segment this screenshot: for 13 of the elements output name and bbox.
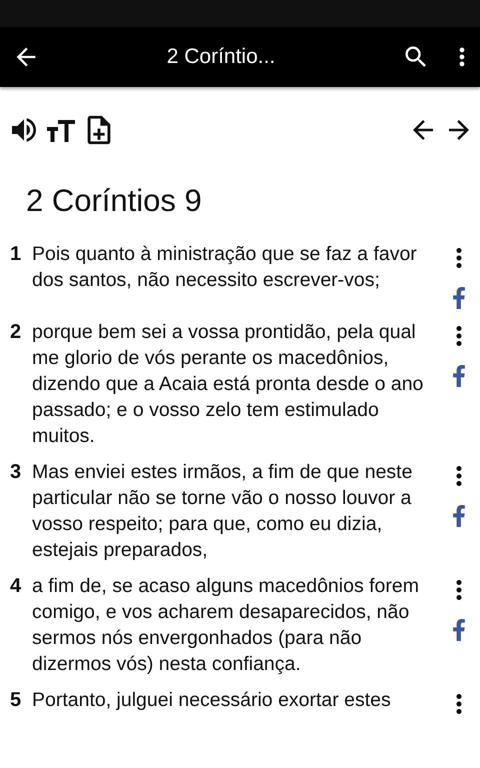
verse-text: porque bem sei a vossa prontidão, pela qual me glorio de vós perante os macedônios, dizendo que a Acaia está pronta desde o ano passado; e o vosso zelo tem estimulado muitos. xyxy=(32,320,424,449)
verse-text: Mas enviei estes irmãos, a fim de que neste particular não se torne vão o nosso louvor a vosso respeito; para que, como eu dizia, estejais preparados, xyxy=(32,460,414,563)
app-bar-title: 2 Coríntio... xyxy=(166,45,276,69)
verse-number: 5 xyxy=(10,688,22,713)
chapter-title: 2 Coríntios 9 xyxy=(26,183,203,219)
text-size-icon[interactable] xyxy=(46,117,76,143)
verse-text: Portanto, julguei necessário exortar estes xyxy=(32,688,392,713)
verse-number: 1 xyxy=(10,242,22,267)
verse-text: Pois quanto à ministração que se faz a favor dos santos, não necessito escrever-vos; xyxy=(32,242,418,293)
verse-number: 2 xyxy=(10,320,22,345)
verse-number: 3 xyxy=(10,460,22,485)
verse-number: 4 xyxy=(10,574,22,599)
verse-text: a fim de, se acaso alguns macedônios forem comigo, e vos acharem desaparecidos, não sermos nós envergonhados (para não dizermos vós) nesta confiança. xyxy=(32,574,420,677)
